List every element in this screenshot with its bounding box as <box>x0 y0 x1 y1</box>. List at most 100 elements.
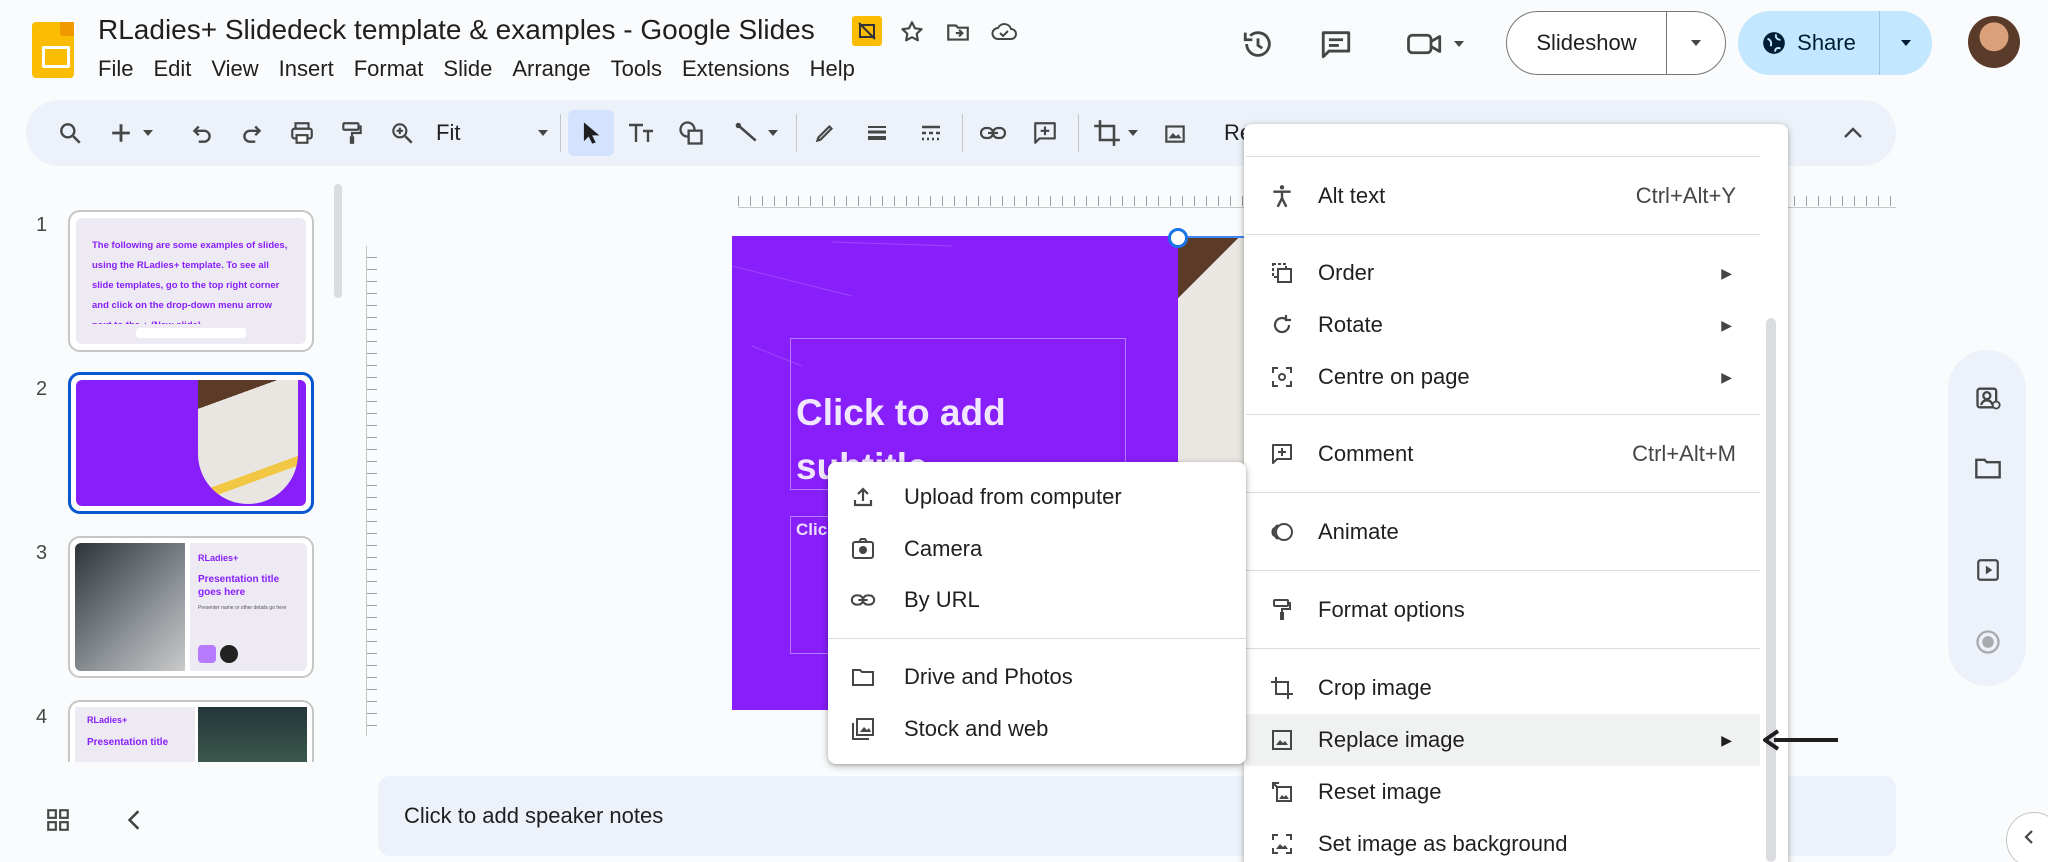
border-dash-icon[interactable] <box>912 100 950 166</box>
menu-item-set-image-as-background[interactable]: Set image as background <box>1246 818 1760 862</box>
text-box-icon[interactable] <box>622 100 660 166</box>
submenu-item-stock-web[interactable]: Stock and web <box>828 703 1246 755</box>
slides-logo[interactable] <box>32 22 74 78</box>
account-avatar[interactable] <box>1968 16 2020 68</box>
menu-item-reset-image[interactable]: Reset image <box>1246 766 1760 818</box>
image-search-icon <box>828 717 888 741</box>
upload-icon <box>828 485 888 509</box>
submenu-item-label: Upload from computer <box>904 484 1122 509</box>
move-folder-icon[interactable] <box>942 16 974 48</box>
print-icon[interactable] <box>284 100 320 166</box>
menu-item-comment[interactable]: Comment Ctrl+Alt+M <box>1246 428 1760 480</box>
cloud-saved-icon[interactable] <box>988 16 1020 48</box>
border-weight-icon[interactable] <box>858 100 896 166</box>
zoom-icon[interactable] <box>384 100 420 166</box>
menu-item-animate[interactable]: Animate <box>1246 506 1760 558</box>
collapse-toolbar-icon[interactable] <box>1838 100 1868 166</box>
add-comment-icon[interactable] <box>1026 100 1064 166</box>
line-icon[interactable] <box>724 100 788 166</box>
select-cursor-icon[interactable] <box>572 100 610 166</box>
share-dropdown-icon[interactable] <box>1880 38 1932 48</box>
pen-border-color-icon[interactable] <box>806 100 844 166</box>
record-icon[interactable] <box>1968 622 2008 662</box>
paint-format-icon[interactable] <box>334 100 370 166</box>
comments-icon[interactable] <box>1314 22 1358 66</box>
menu-extensions[interactable]: Extensions <box>682 54 790 84</box>
slideshow-play-icon[interactable] <box>1968 550 2008 590</box>
redo-icon[interactable] <box>234 100 270 166</box>
slide-1-text: The following are some examples of slide… <box>92 240 288 324</box>
center-icon <box>1246 365 1318 389</box>
menu-insert[interactable]: Insert <box>279 54 334 84</box>
submenu-arrow-icon: ▶ <box>1721 264 1732 281</box>
menu-item-format-options[interactable]: Format options <box>1246 584 1760 636</box>
menu-format[interactable]: Format <box>354 54 424 84</box>
menu-help[interactable]: Help <box>810 54 855 84</box>
context-menu-scrollbar[interactable] <box>1766 318 1776 862</box>
menu-view[interactable]: View <box>211 54 258 84</box>
undo-icon[interactable] <box>184 100 220 166</box>
search-menus-icon[interactable] <box>50 100 90 166</box>
zoom-select[interactable]: Fit <box>436 100 550 166</box>
slide-photo[interactable] <box>1178 236 1250 466</box>
toolbar-divider <box>796 114 797 152</box>
hide-filmstrip-icon[interactable] <box>114 800 154 840</box>
menu-item-rotate[interactable]: Rotate ▶ <box>1246 299 1760 351</box>
menu-edit[interactable]: Edit <box>153 54 191 84</box>
menu-separator <box>1246 648 1760 649</box>
slide-thumbnail-1[interactable]: The following are some examples of slide… <box>68 210 314 352</box>
submenu-item-label: Stock and web <box>904 716 1049 741</box>
slide-thumbnail-4[interactable]: RLadies+ Presentation title <box>68 700 314 762</box>
menu-tools[interactable]: Tools <box>611 54 662 84</box>
menu-separator <box>1246 414 1760 415</box>
share-main[interactable]: Share <box>1738 11 1880 75</box>
offline-status-icon[interactable] <box>852 16 882 46</box>
menu-slide[interactable]: Slide <box>443 54 492 84</box>
submenu-item-drive-photos[interactable]: Drive and Photos <box>828 651 1246 703</box>
slideshow-button[interactable]: Slideshow <box>1506 11 1726 75</box>
crop-icon <box>1246 676 1318 700</box>
crop-tool-icon[interactable] <box>1086 100 1146 166</box>
globe-icon <box>1763 32 1785 54</box>
format-paint-icon <box>1246 598 1318 622</box>
slide-thumbnail-2[interactable] <box>68 372 314 514</box>
filmstrip-scrollbar[interactable] <box>334 184 342 298</box>
version-history-icon[interactable] <box>1236 22 1280 66</box>
menu-arrange[interactable]: Arrange <box>512 54 590 84</box>
slide-number: 4 <box>36 706 48 728</box>
insert-link-icon[interactable] <box>974 100 1012 166</box>
new-slide-icon[interactable] <box>104 100 160 166</box>
rotate-handle[interactable] <box>1168 228 1188 248</box>
submenu-item-camera[interactable]: Camera <box>828 523 1246 575</box>
collapse-side-panel-button[interactable] <box>2006 812 2048 862</box>
document-title[interactable]: RLadies+ Slidedeck template & examples -… <box>98 14 815 46</box>
accessibility-icon <box>1246 183 1318 209</box>
grid-view-icon[interactable] <box>38 800 78 840</box>
menu-item-shortcut: Ctrl+Alt+Y <box>1635 183 1736 208</box>
menu-file[interactable]: File <box>98 54 133 84</box>
folder-icon[interactable] <box>1968 448 2008 488</box>
menu-item-crop-image[interactable]: Crop image <box>1246 662 1760 714</box>
background-image-icon <box>1246 832 1318 856</box>
slide-number: 1 <box>36 214 48 236</box>
title-icons <box>852 16 1020 48</box>
submenu-item-upload[interactable]: Upload from computer <box>828 471 1246 523</box>
menu-item-replace-image[interactable]: Replace image ▶ <box>1246 714 1760 766</box>
reset-image-toolbar-icon[interactable] <box>1156 100 1194 166</box>
shape-icon[interactable] <box>672 100 710 166</box>
slide-subtitle-text[interactable]: Clic <box>796 520 827 540</box>
menu-item-centre-on-page[interactable]: Centre on page ▶ <box>1246 351 1760 403</box>
star-icon[interactable] <box>896 16 928 48</box>
menu-item-order[interactable]: Order ▶ <box>1246 247 1760 299</box>
image-settings-icon[interactable] <box>1968 378 2008 418</box>
folder-icon <box>828 667 888 687</box>
slide-3-sub: Presenter name or other details go here <box>198 605 287 611</box>
slideshow-label[interactable]: Slideshow <box>1507 12 1667 74</box>
menu-item-alt-text[interactable]: Alt text Ctrl+Alt+Y <box>1246 170 1760 222</box>
slide-thumbnail-3[interactable]: RLadies+ Presentation title goes here Pr… <box>68 536 314 678</box>
meet-icon[interactable] <box>1400 22 1472 66</box>
slideshow-dropdown-icon[interactable] <box>1667 38 1725 48</box>
submenu-item-by-url[interactable]: By URL <box>828 574 1246 626</box>
share-button[interactable]: Share <box>1738 11 1932 75</box>
menu-item-label: Centre on page <box>1318 364 1470 389</box>
